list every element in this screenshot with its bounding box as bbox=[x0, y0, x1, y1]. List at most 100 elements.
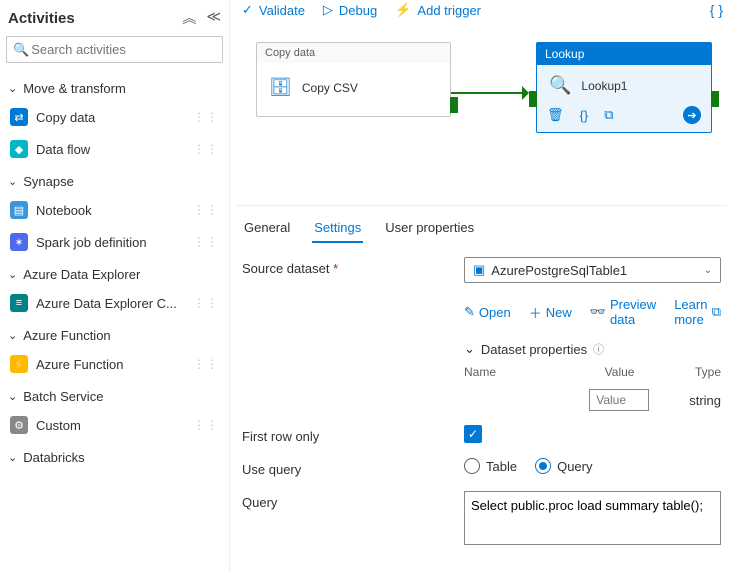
query-textarea[interactable] bbox=[464, 491, 721, 545]
open-link[interactable]: ✎Open bbox=[464, 297, 511, 327]
radio-query[interactable]: Query bbox=[535, 458, 592, 474]
pipeline-canvas[interactable]: Copy data 🗄 Copy CSV Lookup 🔍 Lookup1 🗑 … bbox=[236, 24, 727, 206]
copy-data-icon: ⇄ bbox=[10, 108, 28, 126]
sidebar-title: Activities bbox=[8, 10, 75, 27]
eyeglasses-icon: 👓 bbox=[590, 304, 606, 320]
preview-data-link[interactable]: 👓Preview data bbox=[590, 297, 656, 327]
chevron-down-icon: ⌄ bbox=[8, 451, 17, 464]
group-label: Batch Service bbox=[23, 389, 103, 404]
activity-copy-data[interactable]: ⇄Copy data⋮⋮ bbox=[6, 102, 223, 132]
group-databricks[interactable]: ⌄ Databricks bbox=[6, 442, 223, 469]
activity-label: Azure Data Explorer C... bbox=[36, 296, 177, 311]
copy-data-node[interactable]: Copy data 🗄 Copy CSV bbox=[256, 42, 451, 117]
use-query-label: Use query bbox=[242, 458, 452, 477]
radio-circle-icon bbox=[464, 458, 480, 474]
add-trigger-button[interactable]: ⚡Add trigger bbox=[395, 2, 481, 18]
group-azure-data-explorer[interactable]: ⌄Azure Data Explorer bbox=[6, 259, 223, 286]
run-icon[interactable]: ➔ bbox=[683, 106, 701, 124]
activity-adx-command[interactable]: ≡Azure Data Explorer C...⋮⋮ bbox=[6, 288, 223, 318]
activity-label: Azure Function bbox=[36, 357, 123, 372]
activity-label: Custom bbox=[36, 418, 81, 433]
output-port[interactable] bbox=[450, 97, 458, 113]
group-move-transform[interactable]: ⌄Move & transform bbox=[6, 73, 223, 100]
radio-circle-icon bbox=[535, 458, 551, 474]
link-label: New bbox=[546, 305, 572, 320]
validate-button[interactable]: ✓ Validate bbox=[242, 2, 305, 18]
grip-icon: ⋮⋮ bbox=[193, 418, 219, 432]
new-link[interactable]: ＋ New bbox=[529, 297, 572, 327]
chevron-left-icon[interactable]: ≪ bbox=[206, 8, 221, 28]
activity-notebook[interactable]: ▤Notebook⋮⋮ bbox=[6, 195, 223, 225]
dataset-actions: ✎Open ＋ New 👓Preview data Learn more⧉ bbox=[242, 297, 721, 327]
source-dataset-label: Source dataset bbox=[242, 257, 452, 276]
button-label: Validate bbox=[259, 3, 305, 18]
external-link-icon: ⧉ bbox=[712, 304, 721, 320]
search-icon: 🔍 bbox=[13, 42, 29, 58]
activities-sidebar: Activities ︽ ≪ 🔍 ⌄Move & transform ⇄Copy… bbox=[0, 0, 230, 572]
activity-azure-function[interactable]: ⚡ Azure Function ⋮⋮ bbox=[6, 349, 223, 379]
group-azure-function[interactable]: ⌄ Azure Function bbox=[6, 320, 223, 347]
sidebar-collapse-icons[interactable]: ︽ ≪ bbox=[182, 8, 221, 28]
activity-custom[interactable]: ⚙Custom⋮⋮ bbox=[6, 410, 223, 440]
col-value: Value bbox=[605, 365, 655, 379]
radio-label: Table bbox=[486, 459, 517, 474]
tab-general[interactable]: General bbox=[242, 214, 292, 243]
source-dataset-select[interactable]: ▣ AzurePostgreSqlTable1 ⌄ bbox=[464, 257, 721, 283]
node-type-label: Lookup bbox=[537, 43, 711, 65]
main-area: ✓ Validate ▷Debug ⚡Add trigger { } Copy d… bbox=[230, 0, 733, 572]
learn-more-link[interactable]: Learn more⧉ bbox=[674, 297, 721, 327]
radio-table[interactable]: Table bbox=[464, 458, 517, 474]
activity-spark-job[interactable]: ✶ Spark job definition ⋮⋮ bbox=[6, 227, 223, 257]
radio-label: Query bbox=[557, 459, 592, 474]
copy-icon[interactable]: ⧉ bbox=[604, 107, 613, 123]
activity-data-flow[interactable]: ◆Data flow⋮⋮ bbox=[6, 134, 223, 164]
node-actions: 🗑 {} ⧉ ➔ bbox=[537, 102, 711, 132]
code-icon[interactable]: {} bbox=[580, 108, 589, 123]
spark-icon: ✶ bbox=[10, 233, 28, 251]
prop-type-cell: string bbox=[689, 393, 721, 408]
chevron-down-icon: ⌄ bbox=[8, 175, 17, 188]
dataset-icon: ▣ bbox=[473, 262, 485, 278]
grip-icon: ⋮⋮ bbox=[193, 142, 219, 156]
col-type: Type bbox=[695, 365, 721, 379]
tab-settings[interactable]: Settings bbox=[312, 214, 363, 243]
chevron-down-icon: ⌄ bbox=[464, 341, 475, 357]
activity-label: Copy data bbox=[36, 110, 95, 125]
adx-icon: ≡ bbox=[10, 294, 28, 312]
first-row-only-checkbox[interactable]: ✓ bbox=[464, 425, 482, 443]
connector-arrow[interactable] bbox=[451, 89, 536, 97]
grip-icon: ⋮⋮ bbox=[193, 235, 219, 249]
tab-user-properties[interactable]: User properties bbox=[383, 214, 476, 243]
grip-icon: ⋮⋮ bbox=[193, 357, 219, 371]
group-label: Azure Function bbox=[23, 328, 110, 343]
info-icon[interactable]: ⓘ bbox=[593, 341, 604, 357]
search-input[interactable] bbox=[29, 41, 216, 58]
group-label: Move & transform bbox=[23, 81, 126, 96]
chevron-up-icon[interactable]: ︽ bbox=[182, 8, 196, 28]
pipeline-toolbar: ✓ Validate ▷Debug ⚡Add trigger { } bbox=[230, 0, 733, 24]
debug-button[interactable]: ▷Debug bbox=[323, 2, 377, 18]
dataset-properties-toggle[interactable]: ⌄Dataset propertiesⓘ bbox=[464, 341, 721, 357]
pencil-icon: ✎ bbox=[464, 304, 475, 320]
settings-panel: Source dataset ▣ AzurePostgreSqlTable1 ⌄… bbox=[230, 243, 733, 555]
settings-tabs: General Settings User properties bbox=[230, 206, 733, 243]
output-port[interactable] bbox=[711, 91, 719, 107]
check-icon: ✓ bbox=[242, 2, 253, 18]
function-icon: ⚡ bbox=[10, 355, 28, 373]
chevron-down-icon: ⌄ bbox=[704, 265, 712, 276]
search-activities-box[interactable]: 🔍 bbox=[6, 36, 223, 63]
code-view-button[interactable]: { } bbox=[710, 2, 723, 18]
activity-label: Spark job definition bbox=[36, 235, 147, 250]
input-port[interactable] bbox=[529, 91, 537, 107]
button-label: Debug bbox=[339, 3, 377, 18]
group-batch-service[interactable]: ⌄ Batch Service bbox=[6, 381, 223, 408]
group-synapse[interactable]: ⌄Synapse bbox=[6, 166, 223, 193]
group-label: Databricks bbox=[23, 450, 84, 465]
chevron-down-icon: ⌄ bbox=[8, 390, 17, 403]
lookup-node[interactable]: Lookup 🔍 Lookup1 🗑 {} ⧉ ➔ bbox=[536, 42, 712, 133]
chevron-down-icon: ⌄ bbox=[8, 329, 17, 342]
delete-icon[interactable]: 🗑 bbox=[547, 107, 564, 123]
prop-value-input[interactable] bbox=[589, 389, 649, 411]
plus-icon: ＋ bbox=[529, 303, 542, 322]
dataset-properties: ⌄Dataset propertiesⓘ Name Value Type str… bbox=[242, 341, 721, 411]
